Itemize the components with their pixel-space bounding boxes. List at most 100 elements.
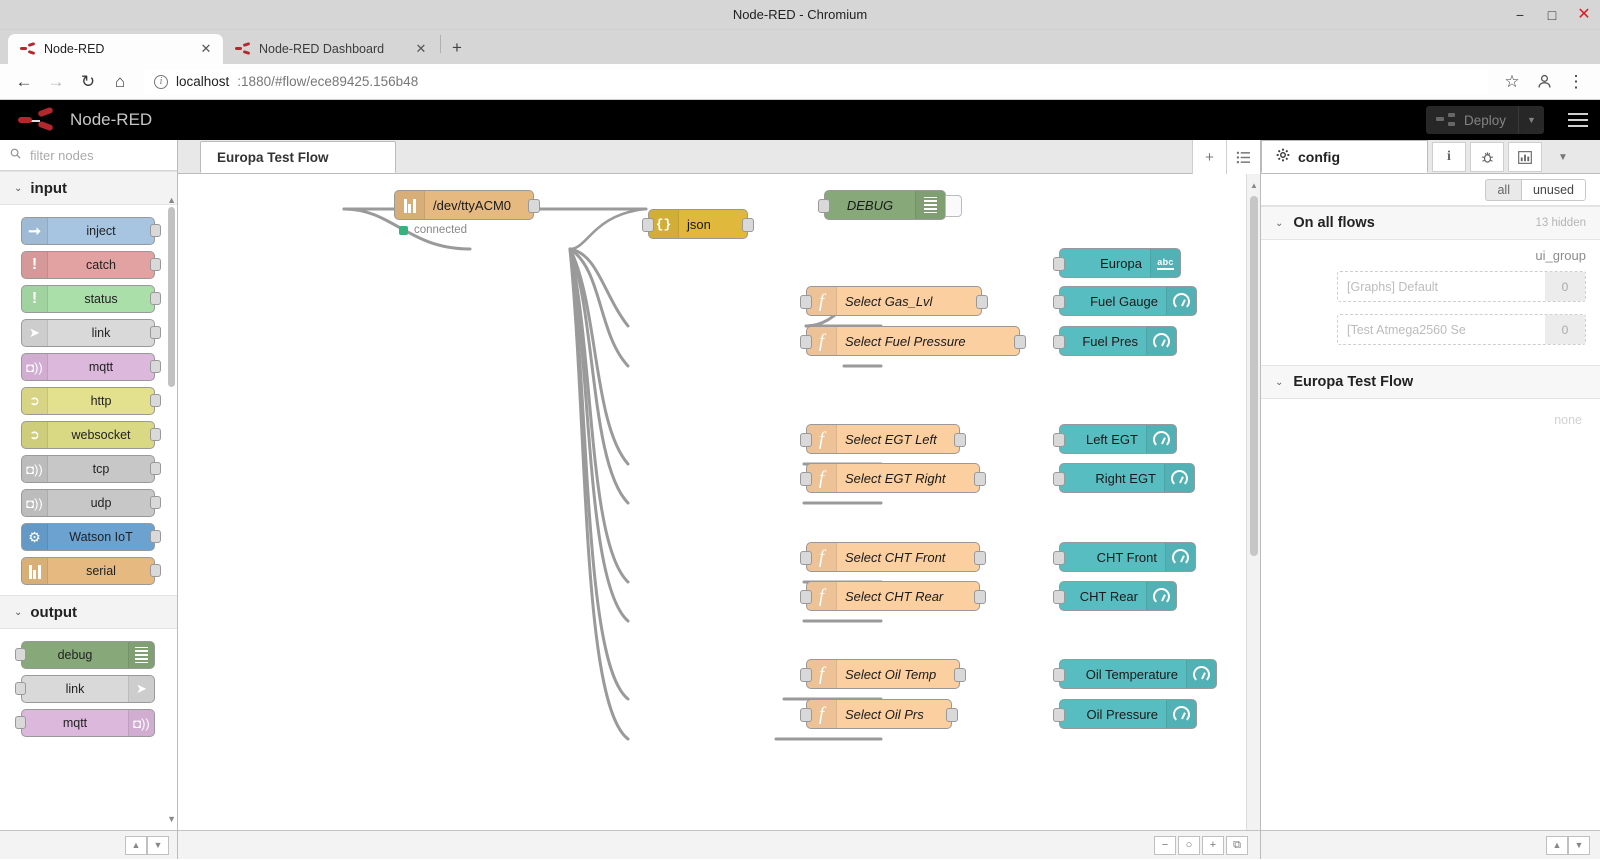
dashboard-tab-button[interactable] [1508, 142, 1542, 172]
flow-node-select-cht-rear[interactable]: f Select CHT Rear [800, 581, 986, 611]
browser-tab-node-red-dashboard[interactable]: Node-RED Dashboard ✕ [223, 34, 438, 64]
filter-all-button[interactable]: all [1485, 178, 1521, 201]
sidebar-menu-caret-icon[interactable]: ▼ [1546, 142, 1580, 172]
new-tab-button[interactable]: + [443, 34, 471, 62]
input-port[interactable] [800, 551, 812, 565]
palette-category-input[interactable]: ⌄ input [0, 171, 177, 205]
zoom-out-button[interactable]: − [1154, 835, 1176, 855]
zoom-in-button[interactable]: + [1202, 835, 1224, 855]
palette-node-tcp-in[interactable]: ◘)) tcp [21, 455, 161, 483]
filter-nodes-input[interactable] [28, 146, 167, 164]
palette-node-mqtt-out[interactable]: mqtt ◘)) [15, 709, 155, 737]
scroll-down-icon[interactable]: ▼ [167, 814, 176, 824]
flow-tab-europa-test-flow[interactable]: Europa Test Flow [200, 141, 396, 173]
output-port[interactable] [1014, 335, 1026, 349]
output-port[interactable] [742, 218, 754, 232]
list-flows-icon[interactable] [1226, 140, 1260, 174]
browser-tab-node-red[interactable]: Node-RED ✕ [8, 34, 223, 64]
flow-node-ui-oil-pressure[interactable]: Oil Pressure [1053, 699, 1197, 729]
zoom-fit-button[interactable]: ⧉ [1226, 835, 1248, 855]
scroll-up-icon[interactable]: ▲ [1247, 176, 1260, 194]
output-port[interactable] [976, 295, 988, 309]
output-port[interactable] [150, 462, 161, 475]
flow-node-ui-fuel-pres[interactable]: Fuel Pres [1053, 326, 1177, 356]
flow-node-select-egt-right[interactable]: f Select EGT Right [800, 463, 986, 493]
flow-node-ui-right-egt[interactable]: Right EGT [1053, 463, 1195, 493]
input-port[interactable] [1053, 668, 1065, 682]
input-port[interactable] [15, 682, 26, 695]
input-port[interactable] [1053, 335, 1065, 349]
site-info-icon[interactable]: i [154, 74, 168, 89]
output-port[interactable] [150, 326, 161, 339]
address-bar[interactable]: i localhost:1880/#flow/ece89425.156b48 [144, 68, 1488, 95]
flow-node-debug[interactable]: DEBUG [818, 190, 962, 220]
flow-node-ui-europa[interactable]: Europa abc [1053, 248, 1181, 278]
config-section-on-all-flows[interactable]: ⌄ On all flows 13 hidden [1261, 206, 1600, 240]
output-port[interactable] [954, 433, 966, 447]
deploy-button[interactable]: Deploy ▼ [1425, 106, 1544, 134]
info-tab-button[interactable]: i [1432, 142, 1466, 172]
brand[interactable]: Node-RED [18, 106, 152, 132]
add-flow-icon[interactable]: + [1192, 140, 1226, 174]
input-port[interactable] [800, 472, 812, 486]
input-port[interactable] [1053, 295, 1065, 309]
output-port[interactable] [150, 564, 161, 577]
input-port[interactable] [800, 668, 812, 682]
palette-node-debug[interactable]: debug [15, 641, 155, 669]
close-tab-icon[interactable]: ✕ [414, 41, 428, 57]
palette-node-websocket-in[interactable]: ➲ websocket [21, 421, 161, 449]
config-node-test-atmega2560[interactable]: [Test Atmega2560 Se 0 [1337, 314, 1586, 345]
flow-node-ui-oil-temperature[interactable]: Oil Temperature [1053, 659, 1217, 689]
input-port[interactable] [642, 218, 654, 232]
palette-scrollbar[interactable] [168, 207, 175, 387]
palette-node-watson-iot[interactable]: ⚙ Watson IoT [21, 523, 161, 551]
palette-node-catch[interactable]: ! catch [21, 251, 161, 279]
forward-icon[interactable]: → [42, 68, 70, 96]
flow-node-ui-cht-front[interactable]: CHT Front [1053, 542, 1196, 572]
config-node-graphs-default[interactable]: [Graphs] Default 0 [1337, 271, 1586, 302]
input-port[interactable] [1053, 590, 1065, 604]
input-port[interactable] [800, 590, 812, 604]
minimize-button[interactable]: − [1512, 7, 1528, 23]
collapse-all-icon[interactable]: ▲ [1546, 835, 1568, 855]
palette-search[interactable] [0, 140, 177, 171]
output-port[interactable] [150, 224, 161, 237]
output-port[interactable] [974, 551, 986, 565]
profile-avatar-icon[interactable] [1530, 68, 1558, 96]
flow-node-ui-fuel-gauge[interactable]: Fuel Gauge [1053, 286, 1197, 316]
debug-tab-button[interactable] [1470, 142, 1504, 172]
output-port[interactable] [974, 472, 986, 486]
flow-node-ui-cht-rear[interactable]: CHT Rear [1053, 581, 1177, 611]
input-port[interactable] [800, 335, 812, 349]
palette-node-serial-in[interactable]: serial [21, 557, 161, 585]
expand-all-icon[interactable]: ▼ [147, 835, 169, 855]
filter-unused-button[interactable]: unused [1520, 178, 1586, 201]
back-icon[interactable]: ← [10, 68, 38, 96]
input-port[interactable] [800, 433, 812, 447]
browser-menu-icon[interactable]: ⋮ [1562, 68, 1590, 96]
palette-node-http-in[interactable]: ➲ http [21, 387, 161, 415]
home-icon[interactable]: ⌂ [106, 68, 134, 96]
input-port[interactable] [800, 295, 812, 309]
canvas-vertical-scrollbar[interactable]: ▲ ▼ [1246, 174, 1260, 859]
close-button[interactable]: ✕ [1576, 7, 1592, 23]
output-port[interactable] [150, 394, 161, 407]
output-port[interactable] [954, 668, 966, 682]
flow-node-select-cht-front[interactable]: f Select CHT Front [800, 542, 986, 572]
bookmark-star-icon[interactable]: ☆ [1498, 68, 1526, 96]
output-port[interactable] [150, 258, 161, 271]
output-port[interactable] [150, 496, 161, 509]
input-port[interactable] [1053, 708, 1065, 722]
output-port[interactable] [528, 199, 540, 213]
output-port[interactable] [150, 292, 161, 305]
deploy-dropdown-caret-icon[interactable]: ▼ [1518, 106, 1544, 134]
flow-node-ui-left-egt[interactable]: Left EGT [1053, 424, 1177, 454]
collapse-all-icon[interactable]: ▲ [125, 835, 147, 855]
input-port[interactable] [1053, 257, 1065, 271]
output-port[interactable] [150, 530, 161, 543]
flow-node-select-oil-temp[interactable]: f Select Oil Temp [800, 659, 966, 689]
input-port[interactable] [800, 708, 812, 722]
debug-enable-toggle[interactable] [945, 195, 962, 217]
palette-node-inject[interactable]: ➞ inject [21, 217, 161, 245]
close-tab-icon[interactable]: ✕ [199, 41, 213, 57]
